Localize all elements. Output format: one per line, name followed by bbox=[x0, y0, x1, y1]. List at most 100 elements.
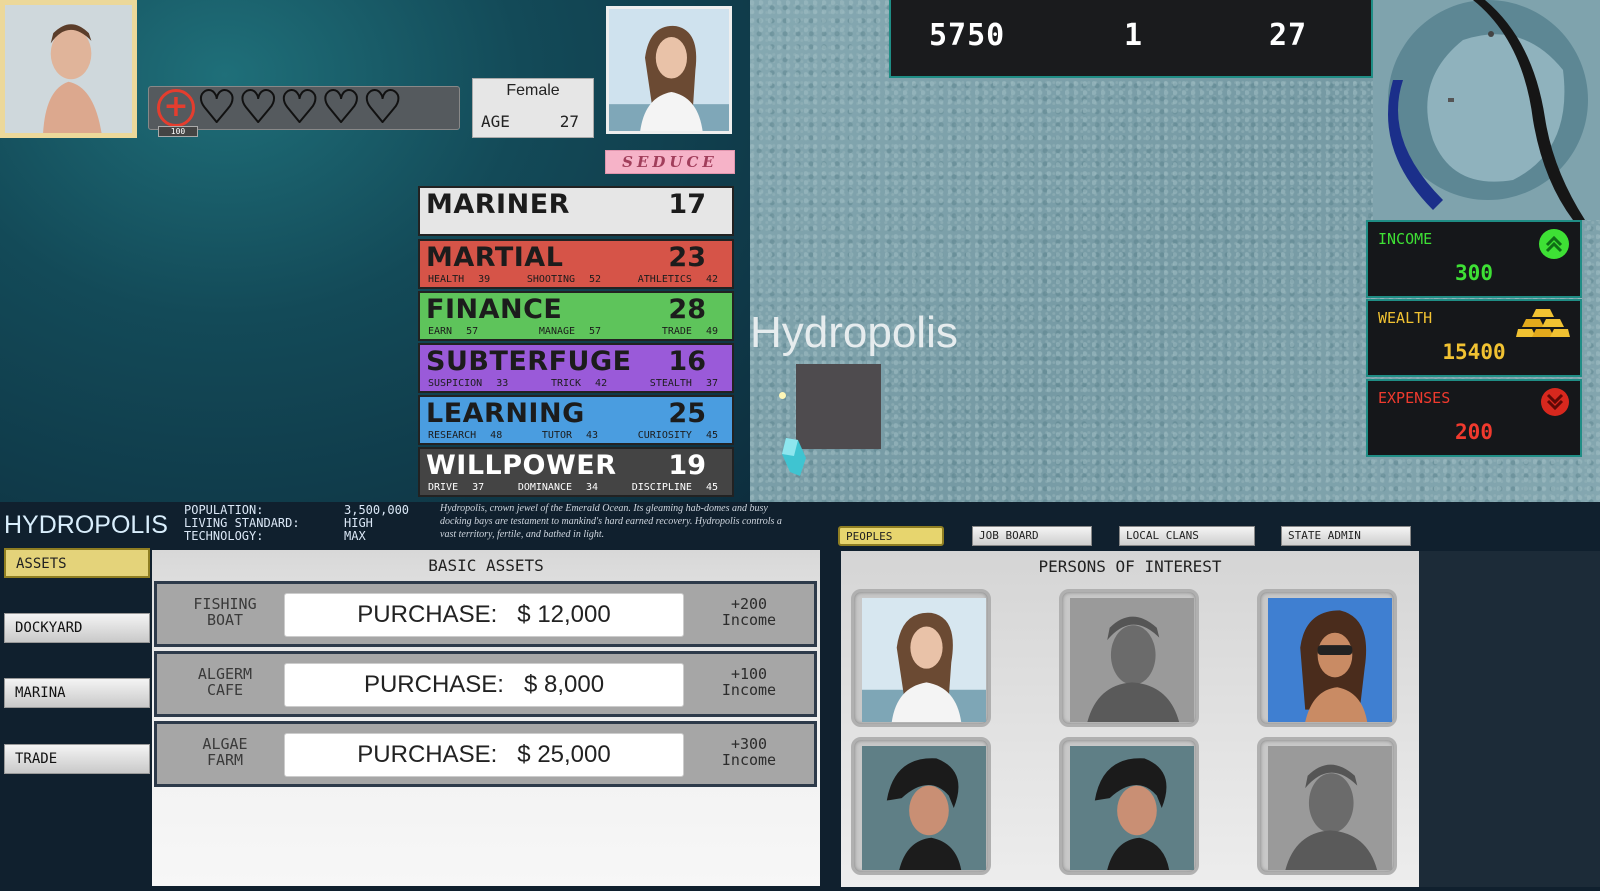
top-value-2: 1 bbox=[1124, 18, 1144, 53]
stat-willpower: WILLPOWER 19 DRIVE 37 DOMINANCE 34 DISCIPL… bbox=[418, 447, 734, 497]
person-card[interactable] bbox=[1059, 589, 1199, 727]
substat-label: TUTOR bbox=[541, 430, 573, 441]
expenses-panel: EXPENSES 200 bbox=[1366, 379, 1582, 457]
technology-value: MAX bbox=[344, 529, 366, 543]
substat-label: DISCIPLINE bbox=[631, 482, 692, 493]
substat-value: 39 bbox=[478, 274, 491, 285]
heal-plus-icon[interactable]: + bbox=[157, 89, 195, 127]
city-description: Hydropolis, crown jewel of the Emerald O… bbox=[440, 503, 782, 540]
substat-label: SUSPICION bbox=[428, 378, 483, 389]
map-waypoint-dot[interactable] bbox=[779, 392, 786, 399]
stat-value: 16 bbox=[668, 346, 706, 377]
chevron-up-icon bbox=[1539, 229, 1569, 259]
asset-income: +100 Income bbox=[721, 665, 777, 699]
person-card[interactable] bbox=[851, 589, 991, 727]
stat-name: LEARNING bbox=[426, 398, 585, 429]
person-card[interactable] bbox=[1059, 737, 1199, 875]
npc-portrait[interactable] bbox=[606, 6, 732, 134]
purchase-button[interactable]: PURCHASE: $ 12,000 bbox=[284, 593, 684, 637]
substat-value: 52 bbox=[589, 274, 602, 285]
substat-label: EARN bbox=[428, 326, 453, 337]
substat-value: 48 bbox=[490, 430, 503, 441]
city-stats: POPULATION: 3,500,000 LIVING STANDARD: HIG… bbox=[184, 504, 409, 543]
substat-label: TRADE bbox=[661, 326, 692, 337]
person-portrait bbox=[1268, 746, 1392, 870]
city-name: HYDROPOLIS bbox=[4, 511, 168, 539]
asset-row: FISHING BOAT PURCHASE: $ 12,000 +200 Income bbox=[154, 581, 817, 647]
player-portrait[interactable] bbox=[0, 0, 137, 138]
wealth-amount: 15400 bbox=[1442, 340, 1506, 364]
tab-state-admin[interactable]: STATE ADMIN bbox=[1281, 526, 1411, 546]
wealth-label: WEALTH bbox=[1378, 309, 1433, 327]
map-city-label[interactable]: Hydropolis bbox=[750, 306, 958, 360]
stat-mariner: MARINER 17 bbox=[418, 186, 734, 236]
persons-of-interest-panel: PERSONS OF INTEREST bbox=[841, 551, 1419, 887]
substat-value: 37 bbox=[472, 482, 485, 493]
purchase-button[interactable]: PURCHASE: $ 25,000 bbox=[284, 733, 684, 777]
income-amount: 300 bbox=[1455, 261, 1493, 285]
stat-name: SUBTERFUGE bbox=[426, 346, 632, 377]
seduce-button[interactable]: SEDUCE bbox=[605, 150, 735, 174]
npc-age: 27 bbox=[559, 112, 579, 131]
stat-value: 23 bbox=[668, 242, 706, 273]
asset-row: ALGERM CAFE PURCHASE: $ 8,000 +100 Income bbox=[154, 651, 817, 717]
asset-name: ALGERM CAFE bbox=[197, 665, 253, 699]
right-panel-strip bbox=[1419, 551, 1600, 887]
substat-value: 57 bbox=[466, 326, 479, 337]
person-card[interactable] bbox=[1257, 589, 1397, 727]
side-menu-marina[interactable]: MARINA bbox=[4, 678, 150, 708]
heart-icon: ♥ bbox=[320, 82, 361, 133]
substat-value: 45 bbox=[705, 482, 718, 493]
tab-peoples[interactable]: PEOPLES bbox=[838, 526, 944, 546]
substat-label: CURIOSITY bbox=[637, 430, 692, 441]
side-menu-dockyard[interactable]: DOCKYARD bbox=[4, 613, 150, 643]
asset-name: ALGAE FARM bbox=[202, 735, 248, 769]
substat-value: 42 bbox=[705, 274, 718, 285]
substat-label: MANAGE bbox=[538, 326, 576, 337]
npc-info-card: Female AGE 27 bbox=[472, 78, 594, 138]
asset-row: ALGAE FARM PURCHASE: $ 25,000 +300 Income bbox=[154, 721, 817, 787]
person-card[interactable] bbox=[851, 737, 991, 875]
substat-label: RESEARCH bbox=[428, 430, 477, 441]
stat-value: 19 bbox=[668, 450, 706, 481]
asset-income: +300 Income bbox=[721, 735, 777, 769]
npc-gender: Female bbox=[506, 82, 560, 99]
income-label: INCOME bbox=[1378, 230, 1433, 248]
substat-value: 43 bbox=[586, 430, 599, 441]
tab-job-board[interactable]: JOB BOARD bbox=[972, 526, 1092, 546]
side-menu-trade[interactable]: TRADE bbox=[4, 744, 150, 774]
income-panel: INCOME 300 bbox=[1366, 220, 1582, 298]
substat-label: DRIVE bbox=[428, 482, 459, 493]
tab-local-clans[interactable]: LOCAL CLANS bbox=[1119, 526, 1255, 546]
chevron-down-icon bbox=[1541, 388, 1569, 416]
stat-value: 28 bbox=[668, 294, 706, 325]
assets-title: BASIC ASSETS bbox=[428, 556, 544, 575]
person-card[interactable] bbox=[1257, 737, 1397, 875]
stat-finance: FINANCE 28 EARN 57 MANAGE 57 TRADE 49 bbox=[418, 291, 734, 341]
health-bar: + ♥ ♥ ♥ ♥ ♥ bbox=[148, 82, 460, 133]
person-portrait bbox=[1070, 746, 1194, 870]
stat-name: FINANCE bbox=[426, 294, 563, 325]
side-menu-assets[interactable]: ASSETS bbox=[4, 548, 150, 578]
substat-label: STEALTH bbox=[649, 378, 692, 389]
substat-value: 42 bbox=[595, 378, 608, 389]
person-portrait bbox=[862, 598, 986, 722]
stat-martial: MARTIAL 23 HEALTH 39 SHOOTING 52 ATHLETICS… bbox=[418, 239, 734, 289]
purchase-button[interactable]: PURCHASE: $ 8,000 bbox=[284, 663, 684, 707]
npc-age-label: AGE bbox=[481, 112, 510, 131]
assets-panel: BASIC ASSETS FISHING BOAT PURCHASE: $ 12,0… bbox=[152, 550, 820, 886]
minimap[interactable] bbox=[1373, 0, 1600, 220]
stat-value: 25 bbox=[668, 398, 706, 429]
crystal-icon[interactable] bbox=[780, 436, 810, 478]
heart-icon: ♥ bbox=[237, 82, 278, 133]
top-value-1: 5750 bbox=[929, 18, 1006, 53]
substat-label: DOMINANCE bbox=[517, 482, 573, 493]
wealth-panel: WEALTH 15400 bbox=[1366, 299, 1582, 377]
poi-title: PERSONS OF INTEREST bbox=[1038, 557, 1222, 576]
person-portrait bbox=[1268, 598, 1392, 722]
asset-income: +200 Income bbox=[721, 595, 777, 629]
gold-bars-icon bbox=[1516, 309, 1570, 337]
stat-name: MARTIAL bbox=[426, 242, 564, 273]
substat-value: 34 bbox=[586, 482, 599, 493]
substat-label: SHOOTING bbox=[526, 274, 576, 285]
